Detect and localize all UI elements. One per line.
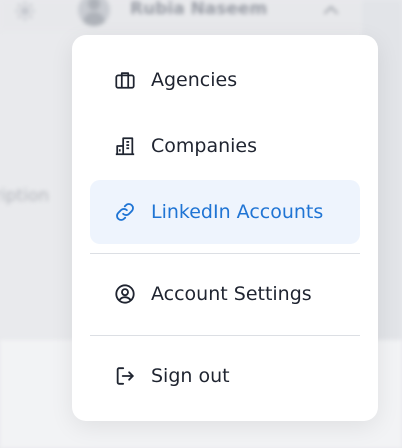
background-partial-text: ription bbox=[0, 186, 50, 206]
menu-item-sign-out[interactable]: Sign out bbox=[90, 344, 360, 408]
user-name[interactable]: Rubia Naseem bbox=[130, 0, 267, 19]
menu-item-linkedin-accounts[interactable]: LinkedIn Accounts bbox=[90, 180, 360, 244]
menu-item-companies[interactable]: Companies bbox=[90, 114, 360, 178]
briefcase-icon bbox=[114, 69, 136, 91]
chevron-up-icon[interactable] bbox=[322, 2, 340, 16]
menu-item-label: Account Settings bbox=[151, 283, 312, 305]
link-icon bbox=[114, 201, 136, 223]
user-dropdown-menu: Agencies Companies LinkedIn Accounts Acc… bbox=[72, 35, 378, 421]
building-icon bbox=[114, 135, 136, 157]
menu-divider bbox=[90, 253, 360, 254]
menu-item-label: Sign out bbox=[151, 365, 230, 387]
user-circle-icon bbox=[114, 283, 136, 305]
menu-item-label: Agencies bbox=[151, 69, 238, 91]
menu-item-account-settings[interactable]: Account Settings bbox=[90, 262, 360, 326]
menu-item-label: Companies bbox=[151, 135, 258, 157]
menu-divider bbox=[90, 335, 360, 336]
menu-item-label: LinkedIn Accounts bbox=[151, 201, 324, 223]
sign-out-icon bbox=[114, 365, 136, 387]
gear-icon[interactable] bbox=[14, 0, 36, 22]
menu-item-agencies[interactable]: Agencies bbox=[90, 48, 360, 112]
